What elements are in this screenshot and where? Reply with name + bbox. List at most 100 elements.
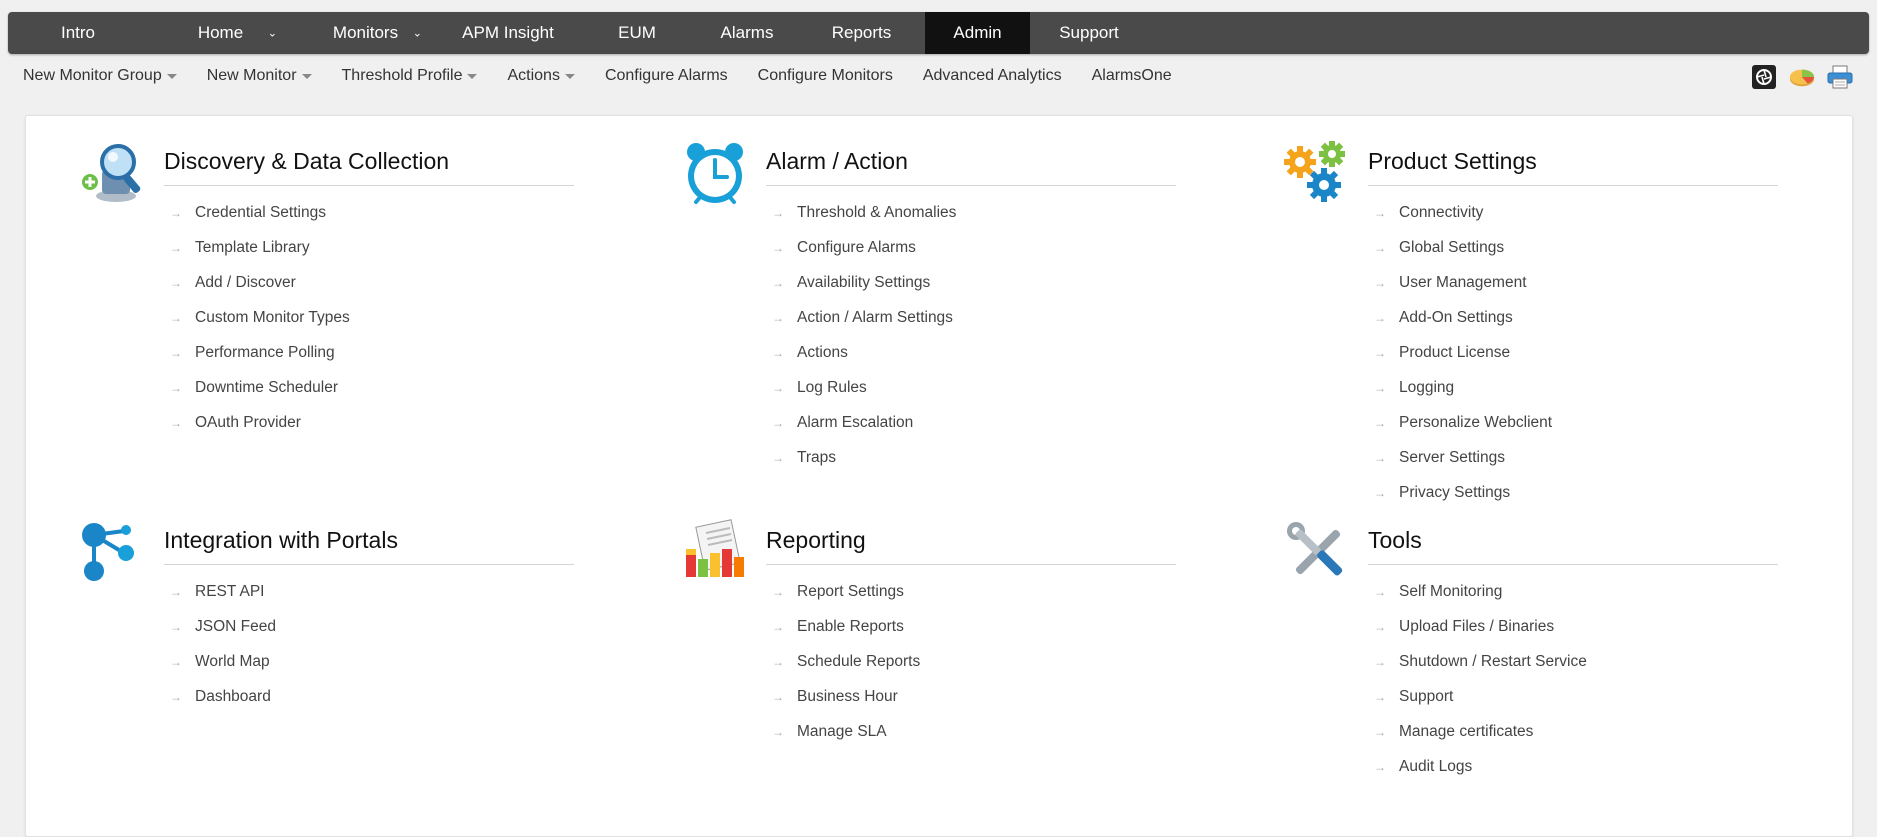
link-list: → Credential Settings → Template Library →… [164, 195, 350, 440]
link-label: Schedule Reports [797, 652, 921, 670]
link-label: Dashboard [195, 687, 271, 705]
link-list: → Report Settings → Enable Reports → Schedu… [766, 574, 920, 749]
link-label: Report Settings [797, 582, 904, 600]
tools-icon [1284, 519, 1350, 585]
arrow-right-icon: → [1374, 275, 1386, 290]
list-item[interactable]: → Availability Settings [766, 265, 956, 300]
new-monitor-menu[interactable]: New Monitor [207, 67, 312, 85]
printer-icon[interactable] [1827, 64, 1853, 90]
link-label: Add-On Settings [1399, 308, 1513, 326]
list-item[interactable]: → Downtime Scheduler [164, 370, 350, 405]
list-item[interactable]: → Performance Polling [164, 335, 350, 370]
list-item[interactable]: → Shutdown / Restart Service [1368, 644, 1587, 679]
arrow-right-icon: → [772, 619, 784, 634]
link-list: → Connectivity → Global Settings → User Man… [1368, 195, 1552, 510]
link-label: Template Library [195, 238, 310, 256]
list-item[interactable]: → Threshold & Anomalies [766, 195, 956, 230]
arrow-right-icon: → [1374, 205, 1386, 220]
tab-apm-insight[interactable]: APM Insight [438, 12, 578, 54]
alarmsone-link[interactable]: AlarmsOne [1092, 67, 1172, 85]
list-item[interactable]: → Privacy Settings [1368, 475, 1552, 510]
list-item[interactable]: → World Map [164, 644, 276, 679]
section-title: Integration with Portals [164, 527, 574, 565]
tab-admin[interactable]: Admin [925, 12, 1030, 54]
tab-intro[interactable]: Intro [8, 12, 148, 54]
arrow-right-icon: → [772, 584, 784, 599]
tab-home[interactable]: Home ⌄ [148, 12, 293, 54]
threshold-profile-menu[interactable]: Threshold Profile [342, 67, 478, 85]
list-item[interactable]: → Add-On Settings [1368, 300, 1552, 335]
top-navigation: Intro Home ⌄ Monitors ⌄ APM Insight EUM Al… [8, 12, 1869, 54]
list-item[interactable]: → Logging [1368, 370, 1552, 405]
alarm-clock-icon [682, 140, 748, 206]
list-item[interactable]: → Custom Monitor Types [164, 300, 350, 335]
configure-monitors-link[interactable]: Configure Monitors [758, 67, 893, 85]
link-label: Privacy Settings [1399, 483, 1511, 501]
list-item[interactable]: → Configure Alarms [766, 230, 956, 265]
tab-reports[interactable]: Reports [798, 12, 925, 54]
tab-label: Support [1059, 23, 1119, 42]
list-item[interactable]: → Audit Logs [1368, 749, 1587, 784]
arrow-right-icon: → [1374, 654, 1386, 669]
link-label: Threshold & Anomalies [797, 203, 957, 221]
advanced-analytics-link[interactable]: Advanced Analytics [923, 67, 1062, 85]
list-item[interactable]: → Action / Alarm Settings [766, 300, 956, 335]
tab-label: EUM [618, 23, 656, 42]
list-item[interactable]: → Personalize Webclient [1368, 405, 1552, 440]
list-item[interactable]: → JSON Feed [164, 609, 276, 644]
pie-chart-icon[interactable] [1789, 64, 1815, 90]
list-item[interactable]: → Credential Settings [164, 195, 350, 230]
sub-navigation: New Monitor Group New Monitor Threshold … [23, 64, 1202, 88]
list-item[interactable]: → Support [1368, 679, 1587, 714]
link-label: Performance Polling [195, 343, 335, 361]
link-label: Enable Reports [797, 617, 904, 635]
list-item[interactable]: → Business Hour [766, 679, 920, 714]
list-item[interactable]: → REST API [164, 574, 276, 609]
list-item[interactable]: → Self Monitoring [1368, 574, 1587, 609]
list-item[interactable]: → Upload Files / Binaries [1368, 609, 1587, 644]
tab-label: Admin [953, 23, 1002, 42]
list-item[interactable]: → OAuth Provider [164, 405, 350, 440]
list-item[interactable]: → Traps [766, 440, 956, 475]
arrow-right-icon: → [772, 654, 784, 669]
section-title: Tools [1368, 527, 1778, 565]
list-item[interactable]: → Server Settings [1368, 440, 1552, 475]
link-label: Availability Settings [797, 273, 931, 291]
list-item[interactable]: → Product License [1368, 335, 1552, 370]
link-label: Self Monitoring [1399, 582, 1503, 600]
tab-monitors[interactable]: Monitors ⌄ [293, 12, 438, 54]
list-item[interactable]: → Connectivity [1368, 195, 1552, 230]
arrow-right-icon: → [170, 619, 182, 634]
list-item[interactable]: → Global Settings [1368, 230, 1552, 265]
list-item[interactable]: → Add / Discover [164, 265, 350, 300]
configure-alarms-link[interactable]: Configure Alarms [605, 67, 728, 85]
tab-alarms[interactable]: Alarms [696, 12, 798, 54]
list-item[interactable]: → Alarm Escalation [766, 405, 956, 440]
tab-eum[interactable]: EUM [578, 12, 696, 54]
caret-down-icon [301, 73, 312, 79]
gears-icon [1284, 140, 1350, 206]
link-list: → Threshold & Anomalies → Configure Alarms… [766, 195, 956, 475]
list-item[interactable]: → Manage SLA [766, 714, 920, 749]
tab-support[interactable]: Support [1030, 12, 1148, 54]
chevron-down-icon[interactable]: ⌄ [413, 27, 422, 40]
list-item[interactable]: → Manage certificates [1368, 714, 1587, 749]
arrow-right-icon: → [170, 240, 182, 255]
link-label: Global Settings [1399, 238, 1505, 256]
list-item[interactable]: → Enable Reports [766, 609, 920, 644]
chevron-down-icon[interactable]: ⌄ [268, 27, 277, 40]
list-item[interactable]: → Schedule Reports [766, 644, 920, 679]
link-label: Log Rules [797, 378, 867, 396]
list-item[interactable]: → Report Settings [766, 574, 920, 609]
link-label: OAuth Provider [195, 413, 301, 431]
list-item[interactable]: → Dashboard [164, 679, 276, 714]
menu-label: Advanced Analytics [922, 67, 1062, 84]
actions-menu[interactable]: Actions [507, 67, 575, 85]
list-item[interactable]: → Template Library [164, 230, 350, 265]
new-monitor-group-menu[interactable]: New Monitor Group [23, 67, 177, 85]
list-item[interactable]: → Actions [766, 335, 956, 370]
list-item[interactable]: → User Management [1368, 265, 1552, 300]
arrow-right-icon: → [772, 415, 784, 430]
camera-icon[interactable] [1751, 64, 1777, 90]
list-item[interactable]: → Log Rules [766, 370, 956, 405]
